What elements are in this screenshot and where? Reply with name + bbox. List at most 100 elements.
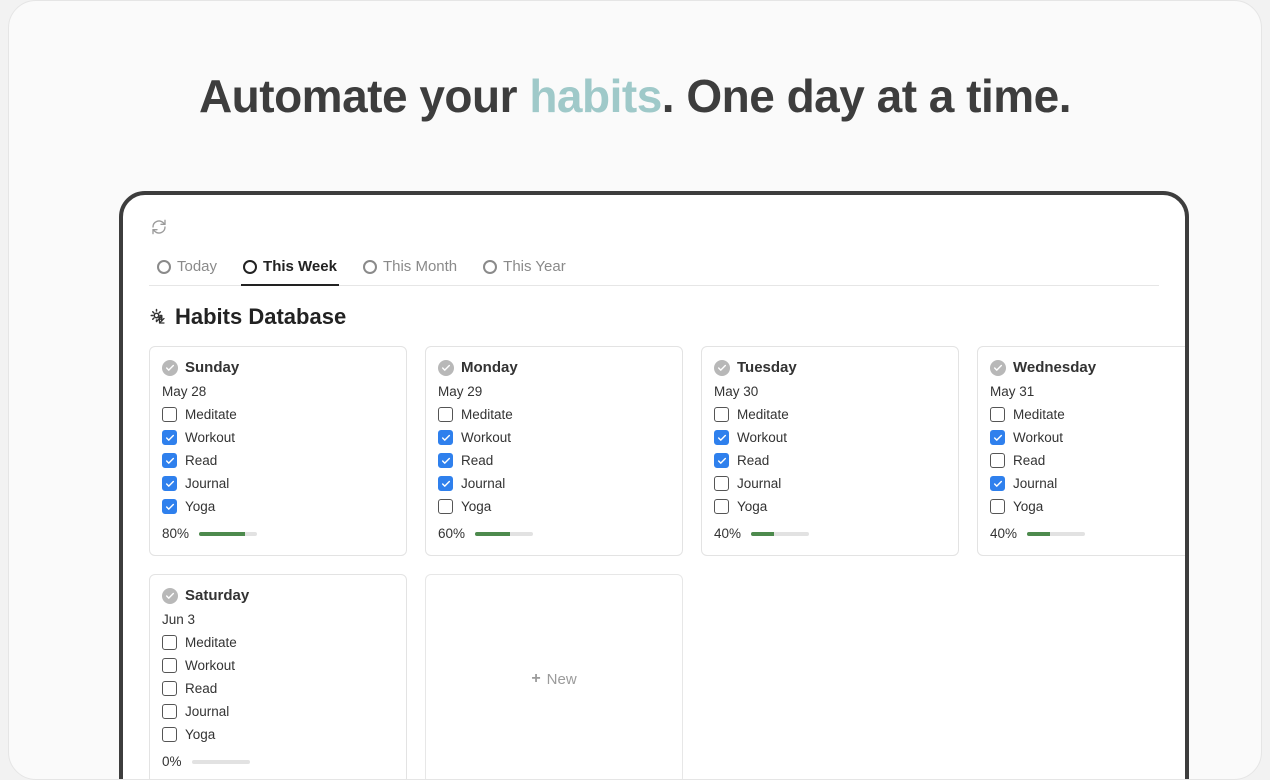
tab-this-year[interactable]: This Year (481, 254, 568, 285)
day-date: May 29 (438, 384, 670, 399)
check-circle-icon (438, 360, 454, 376)
habit-checkbox[interactable] (162, 407, 177, 422)
habit-label: Read (185, 681, 217, 696)
habit-row: Meditate (714, 407, 946, 422)
habit-checkbox[interactable] (162, 453, 177, 468)
sync-icon[interactable] (151, 222, 167, 238)
habit-checkbox[interactable] (714, 499, 729, 514)
habit-row: Journal (162, 704, 394, 719)
habit-checkbox[interactable] (714, 476, 729, 491)
radio-icon (157, 260, 171, 274)
day-name: Tuesday (737, 359, 797, 376)
day-card[interactable]: Tuesday May 30 Meditate Workout Read Journal Y… (701, 346, 959, 556)
habit-label: Workout (185, 658, 235, 673)
habit-checkbox[interactable] (162, 476, 177, 491)
habit-label: Meditate (185, 635, 237, 650)
habit-label: Yoga (461, 499, 491, 514)
progress-row: 80% (162, 526, 394, 541)
habit-checkbox[interactable] (438, 476, 453, 491)
habit-label: Workout (737, 430, 787, 445)
progress-label: 80% (162, 526, 189, 541)
habit-checkbox[interactable] (990, 407, 1005, 422)
day-card[interactable]: MondayMay 29MeditateWorkoutReadJournalYo… (425, 346, 683, 556)
habit-row: Meditate (162, 407, 394, 422)
day-card[interactable]: WednesdayMay 31MeditateWorkoutReadJourna… (977, 346, 1189, 556)
progress-bar (192, 760, 250, 764)
progress-label: 40% (714, 526, 741, 541)
headline-accent: habits (529, 70, 661, 122)
habit-row: Read (438, 453, 670, 468)
habit-row: Yoga (438, 499, 670, 514)
habit-row: Journal (990, 476, 1189, 491)
habit-checkbox[interactable] (990, 476, 1005, 491)
habit-row: Read (714, 453, 946, 468)
tabs-bar: Today This Week This Month This Year (149, 254, 1159, 286)
day-header: Tuesday (714, 359, 946, 376)
habit-label: Read (737, 453, 769, 468)
habit-checkbox[interactable] (990, 499, 1005, 514)
day-header: Wednesday (990, 359, 1189, 376)
habit-label: Journal (185, 476, 229, 491)
habit-row: Workout (162, 430, 394, 445)
day-date: May 31 (990, 384, 1189, 399)
database-title-row: Habits Database (149, 304, 1159, 330)
habit-checkbox[interactable] (162, 499, 177, 514)
habit-label: Yoga (1013, 499, 1043, 514)
day-date: May 30 (714, 384, 946, 399)
day-name: Wednesday (1013, 359, 1096, 376)
new-card-button[interactable]: + New (425, 574, 683, 780)
tab-this-week[interactable]: This Week (241, 254, 339, 285)
habit-row: Journal (714, 476, 946, 491)
progress-fill (751, 532, 774, 536)
habit-checkbox[interactable] (162, 727, 177, 742)
habit-label: Read (1013, 453, 1045, 468)
habit-row: Yoga (990, 499, 1189, 514)
day-header: Sunday (162, 359, 394, 376)
progress-label: 0% (162, 754, 182, 769)
habit-checkbox[interactable] (714, 407, 729, 422)
habit-checkbox[interactable] (714, 430, 729, 445)
habit-checkbox[interactable] (162, 430, 177, 445)
progress-label: 60% (438, 526, 465, 541)
progress-row: 40% (990, 526, 1189, 541)
habit-checkbox[interactable] (438, 453, 453, 468)
promo-card: Automate your habits. One day at a time.… (8, 0, 1262, 780)
new-label: New (547, 671, 577, 688)
cards-grid: Sunday May 28 Meditate Workout Read Journal Yo… (149, 346, 1159, 780)
day-header: Saturday (162, 587, 394, 604)
progress-bar (199, 532, 257, 536)
habit-label: Read (461, 453, 493, 468)
progress-fill (1027, 532, 1050, 536)
habit-checkbox[interactable] (714, 453, 729, 468)
habit-label: Meditate (185, 407, 237, 422)
radio-icon (483, 260, 497, 274)
progress-row: 40% (714, 526, 946, 541)
habit-label: Journal (1013, 476, 1057, 491)
habit-checkbox[interactable] (438, 430, 453, 445)
habit-checkbox[interactable] (990, 430, 1005, 445)
radio-icon (363, 260, 377, 274)
habit-label: Workout (185, 430, 235, 445)
tab-this-month[interactable]: This Month (361, 254, 459, 285)
habit-checkbox[interactable] (162, 635, 177, 650)
progress-fill (199, 532, 245, 536)
habit-row: Journal (162, 476, 394, 491)
habit-checkbox[interactable] (162, 681, 177, 696)
day-card[interactable]: SundayMay 28MeditateWorkoutReadJournalYo… (149, 346, 407, 556)
day-card[interactable]: SaturdayJun 3MeditateWorkoutReadJournalY… (149, 574, 407, 780)
check-circle-icon (162, 360, 178, 376)
plus-icon: + (531, 670, 540, 688)
habit-checkbox[interactable] (438, 407, 453, 422)
habit-checkbox[interactable] (438, 499, 453, 514)
habit-checkbox[interactable] (990, 453, 1005, 468)
headline: Automate your habits. One day at a time. (9, 69, 1261, 123)
habit-label: Journal (737, 476, 781, 491)
habit-checkbox[interactable] (162, 704, 177, 719)
habit-row: Yoga (714, 499, 946, 514)
tab-label: This Year (503, 258, 566, 275)
progress-row: 0% (162, 754, 394, 769)
day-date: May 28 (162, 384, 394, 399)
tab-today[interactable]: Today (155, 254, 219, 285)
progress-label: 40% (990, 526, 1017, 541)
habit-checkbox[interactable] (162, 658, 177, 673)
